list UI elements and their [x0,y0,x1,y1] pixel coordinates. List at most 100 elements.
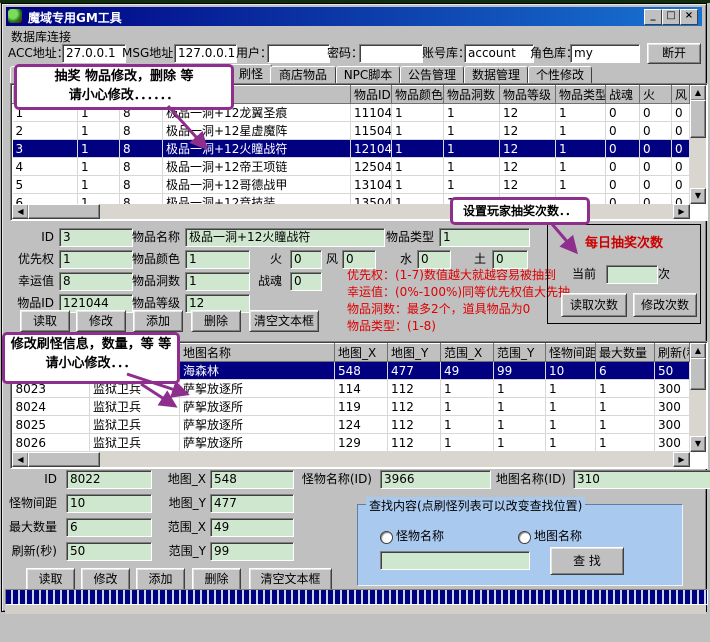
map-y-field[interactable]: 477 [210,494,294,513]
column-header[interactable]: 物品洞数 [444,86,500,104]
table-cell: 1 [78,194,120,205]
table-row[interactable]: 8025监狱卫兵萨挐放逐所1241121111300 [13,416,690,434]
tab-npc-script[interactable]: NPC脚本 [336,66,400,84]
scroll-right-icon[interactable]: ▶ [673,204,690,219]
column-header[interactable]: 刷新(秒) [655,344,690,362]
monster-table-hscrollbar[interactable]: ◀ ▶ [12,452,690,467]
map-x-field[interactable]: 548 [210,470,294,489]
tab-personalize[interactable]: 个性修改 [528,66,592,84]
monster-vscroll-thumb[interactable] [690,358,706,390]
monster-crud-button[interactable]: 添加 [136,568,185,591]
fire-label: 火 [250,250,282,269]
monster-crud-button[interactable]: 读取 [26,568,75,591]
role-db-input[interactable]: my [570,44,640,63]
table-row[interactable]: 8024监狱卫兵萨挐放逐所1191121111300 [13,398,690,416]
scroll-up-icon[interactable]: ▲ [690,343,706,359]
column-header[interactable]: 物品颜色 [392,86,444,104]
user-input[interactable] [267,44,330,63]
column-header[interactable]: 物品等级 [500,86,556,104]
minimize-icon[interactable]: _ [644,9,662,25]
monster-crud-button[interactable]: 删除 [192,568,241,591]
column-header[interactable]: 物品类型 [556,86,606,104]
table-cell: 1 [546,434,596,452]
range-y-field[interactable]: 99 [210,542,294,561]
item-name-field[interactable]: 极品一洞+12火瞳战符 [185,228,385,247]
item-vscroll-thumb[interactable] [690,100,706,138]
item-crud-button[interactable]: 删除 [191,310,241,332]
title-bar[interactable]: 魔域专用GM工具 _ □ × [6,7,702,26]
table-cell: 5 [13,176,78,194]
scroll-down-icon[interactable]: ▼ [690,436,706,452]
holes-field[interactable]: 1 [185,272,250,291]
monster-crud-button[interactable]: 清空文本框 [249,568,332,591]
item-table-vscrollbar[interactable]: ▲ ▼ [690,85,706,204]
acc-address-input[interactable]: 27.0.0.1 [62,44,126,63]
monster-refresh-field[interactable]: 50 [66,542,152,561]
search-input[interactable] [380,551,530,570]
monster-gap-field[interactable]: 10 [66,494,152,513]
table-cell: 海森林 [180,362,335,380]
table-cell: 1 [392,194,444,205]
item-type-field[interactable]: 1 [439,228,530,247]
item-crud-button[interactable]: 修改 [76,310,126,332]
column-header[interactable]: 最大数量 [596,344,655,362]
scroll-left-icon[interactable]: ◀ [12,204,29,219]
column-header[interactable]: 战魂 [606,86,640,104]
column-header[interactable]: 地图_Y [388,344,441,362]
scroll-up-icon[interactable]: ▲ [690,85,706,101]
table-row[interactable]: 8026监狱卫兵萨挐放逐所1291121111300 [13,434,690,452]
monster-hscroll-thumb[interactable] [28,452,100,467]
msg-address-input[interactable]: 127.0.0.1 [174,44,237,63]
table-row[interactable]: 418极品一洞+12帝王项链12504411121000 [13,158,690,176]
search-button[interactable]: 查 找 [550,547,624,575]
table-row[interactable]: 218极品一洞+12星虚魔阵11504411121000 [13,122,690,140]
monster-table-vscrollbar[interactable]: ▲ ▼ [690,343,706,452]
monster-crud-button[interactable]: 修改 [81,568,130,591]
current-count-field[interactable] [606,265,658,284]
table-cell: 1 [596,434,655,452]
table-cell: 极品一洞+12星虚魔阵 [163,122,351,140]
tab-announcement[interactable]: 公告管理 [400,66,464,84]
item-crud-button[interactable]: 添加 [133,310,183,332]
soul-field[interactable]: 0 [290,272,322,291]
column-header[interactable]: 地图_X [335,344,388,362]
column-header[interactable]: 风 [672,86,690,104]
radio-monster-name[interactable] [380,531,393,544]
column-header[interactable]: 怪物间距 [546,344,596,362]
close-icon[interactable]: × [680,9,698,25]
map-name-id-field[interactable]: 310 [573,470,710,489]
table-row[interactable]: 518极品一洞+12哥德战甲13104411121000 [13,176,690,194]
column-header[interactable]: 范围_X [441,344,494,362]
app-icon [8,9,22,23]
table-row[interactable]: 318极品一洞+12火瞳战符12104411121000 [13,140,690,158]
range-x-field[interactable]: 49 [210,518,294,537]
disconnect-button[interactable]: 断开 [647,43,701,64]
password-input[interactable] [359,44,423,63]
item-crud-button[interactable]: 读取 [20,310,70,332]
radio-map-name[interactable] [518,531,531,544]
monster-max-field[interactable]: 6 [66,518,152,537]
tab-data-manage[interactable]: 数据管理 [464,66,528,84]
table-cell: 1 [78,176,120,194]
monster-id-field[interactable]: 8022 [66,470,152,489]
item-crud-button[interactable]: 清空文本框 [249,310,319,332]
item-color-field[interactable]: 1 [185,250,250,269]
table-cell: 112 [388,416,441,434]
account-db-input[interactable]: account [464,44,534,63]
scroll-down-icon[interactable]: ▼ [690,188,706,204]
column-header[interactable]: 火 [640,86,672,104]
monster-name-id-field[interactable]: 3966 [380,470,491,489]
column-header[interactable]: 范围_Y [494,344,546,362]
table-cell: 8 [120,176,163,194]
column-header[interactable]: 物品ID [351,86,392,104]
item-hscroll-thumb[interactable] [28,204,100,219]
table-cell: 0 [606,104,640,122]
scroll-left-icon[interactable]: ◀ [12,452,29,467]
tab-shop-items[interactable]: 商店物品 [270,66,336,84]
column-header[interactable]: 地图名称 [180,344,335,362]
progress-bar [5,589,708,605]
maximize-icon[interactable]: □ [662,9,680,25]
read-count-button[interactable]: 读取次数 [561,293,627,317]
modify-count-button[interactable]: 修改次数 [633,293,697,317]
scroll-right-icon[interactable]: ▶ [673,452,690,467]
